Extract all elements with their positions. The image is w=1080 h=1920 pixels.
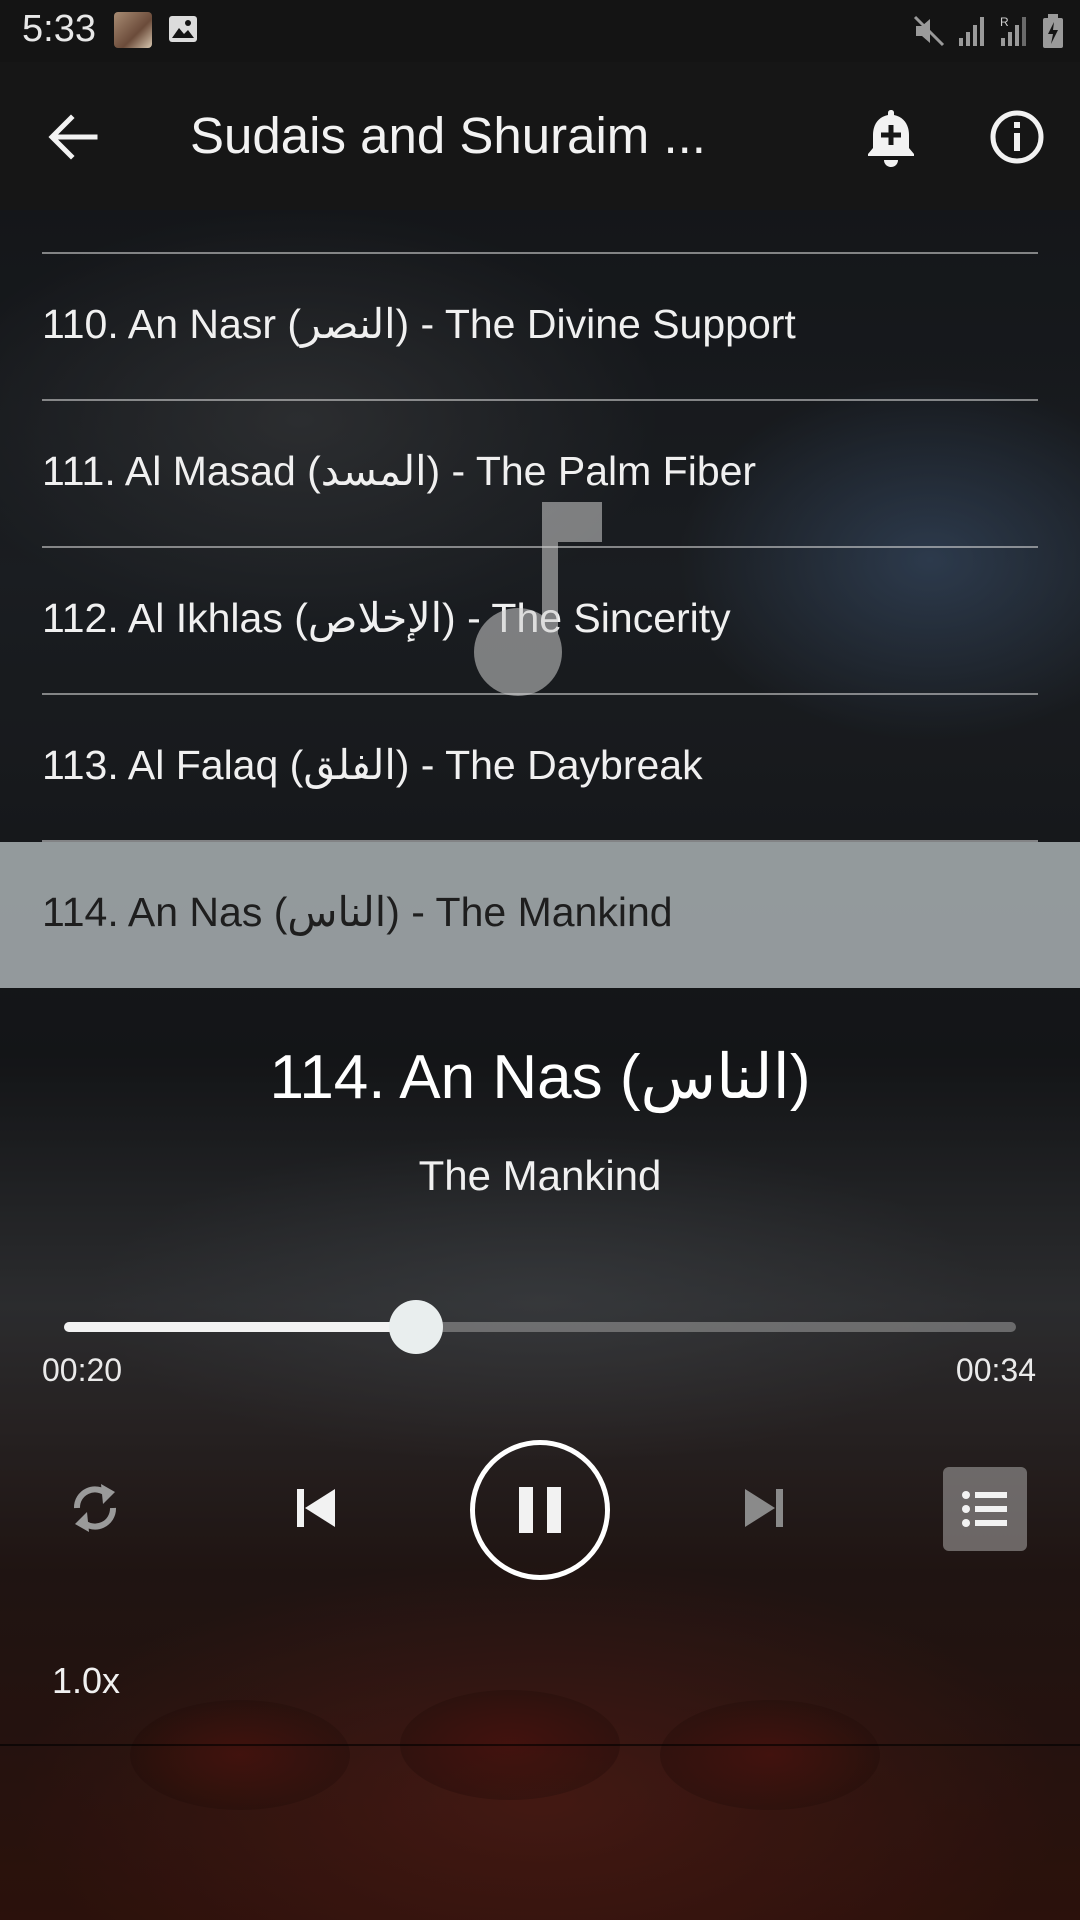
- status-icons: R: [912, 12, 1064, 50]
- background-decoration: [130, 1700, 350, 1810]
- next-button[interactable]: [734, 1476, 794, 1540]
- now-playing-title: 114. An Nas (الناس): [269, 1043, 811, 1112]
- background-decoration: [660, 1700, 880, 1810]
- toolbar-title: Sudais and Shuraim ...: [190, 107, 706, 164]
- track-label: 114. An Nas (الناس) - The Mankind: [42, 889, 673, 935]
- signal-icon: [958, 14, 988, 48]
- arrow-left-icon: [48, 114, 98, 160]
- playback-speed-button[interactable]: 1.0x: [52, 1660, 120, 1702]
- bell-plus-icon: [868, 110, 914, 167]
- elapsed-time: 00:20: [42, 1352, 123, 1388]
- play-pause-button[interactable]: [470, 1440, 610, 1580]
- info-icon: [990, 110, 1044, 164]
- list-icon: [962, 1491, 1007, 1527]
- track-label: 111. Al Masad (المسد) - The Palm Fiber: [42, 448, 757, 494]
- music-note-icon: [474, 502, 602, 696]
- previous-button[interactable]: [286, 1476, 346, 1540]
- seek-bar-thumb[interactable]: [389, 1300, 444, 1354]
- notification-thumbnail-icon: [114, 12, 152, 48]
- add-alarm-button[interactable]: [858, 104, 924, 170]
- track-label: 112. Al Ikhlas (الإخلاص) - The Sincerity: [42, 595, 731, 641]
- seek-bar[interactable]: [64, 1300, 1016, 1354]
- track-item[interactable]: 113. Al Falaq (الفلق) - The Daybreak: [0, 695, 1080, 841]
- battery-charging-icon: [1042, 13, 1064, 49]
- total-time: 00:34: [955, 1352, 1036, 1388]
- playlist-button[interactable]: [943, 1467, 1027, 1551]
- app-toolbar: Sudais and Shuraim ...: [0, 62, 1080, 210]
- back-button[interactable]: [36, 104, 110, 170]
- mute-icon: [912, 14, 946, 48]
- skip-next-icon: [745, 1489, 783, 1527]
- image-icon: [168, 15, 198, 43]
- roaming-signal-icon: R: [1000, 14, 1030, 48]
- status-time: 5:33: [22, 8, 96, 50]
- repeat-button[interactable]: [62, 1470, 128, 1546]
- now-playing-subtitle: The Mankind: [418, 1152, 662, 1199]
- seek-bar-progress: [64, 1322, 417, 1332]
- pause-icon: [519, 1487, 561, 1533]
- track-label: 113. Al Falaq (الفلق) - The Daybreak: [42, 742, 703, 788]
- player-screen: 5:33 R Sudais and Shuraim ... 110. An Na…: [0, 0, 1080, 1920]
- status-bar: 5:33 R: [0, 0, 1080, 62]
- skip-previous-icon: [297, 1489, 335, 1527]
- repeat-icon: [74, 1484, 116, 1532]
- svg-text:R: R: [1000, 15, 1009, 29]
- track-item[interactable]: 110. An Nasr (النصر) - The Divine Suppor…: [0, 254, 1080, 400]
- track-label: 110. An Nasr (النصر) - The Divine Suppor…: [42, 301, 796, 347]
- track-item-active[interactable]: 114. An Nas (الناس) - The Mankind: [0, 842, 1080, 988]
- info-button[interactable]: [984, 104, 1050, 170]
- bottom-divider: [0, 1744, 1080, 1746]
